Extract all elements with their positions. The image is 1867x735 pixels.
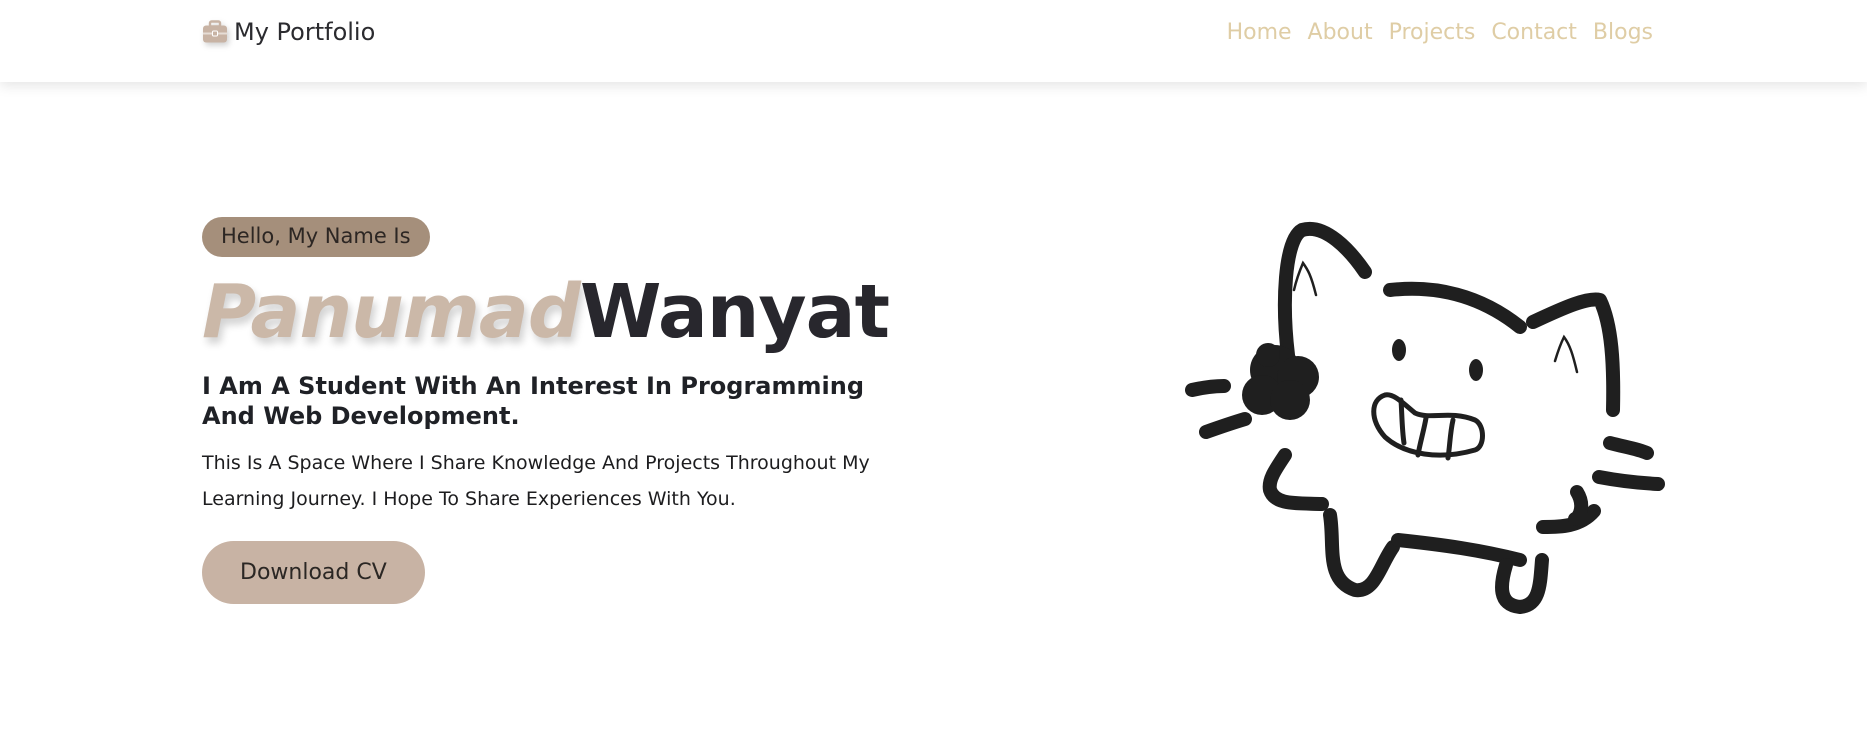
nav-home[interactable]: Home (1227, 20, 1292, 45)
nav-about[interactable]: About (1308, 20, 1373, 45)
greeting-badge: Hello, My Name Is (202, 217, 430, 257)
hero-tagline: I Am A Student With An Interest In Progr… (202, 372, 864, 430)
first-name: Panumad (202, 269, 581, 355)
nav-projects[interactable]: Projects (1389, 20, 1476, 45)
hero-section: Hello, My Name Is PanumadWanyat I Am A S… (202, 217, 962, 604)
brand-label: My Portfolio (234, 18, 376, 46)
navbar: My Portfolio Home About Projects Contact… (0, 0, 1867, 82)
nav-contact[interactable]: Contact (1491, 20, 1577, 45)
nav-links: Home About Projects Contact Blogs (1227, 20, 1653, 45)
download-cv-button[interactable]: Download CV (202, 541, 425, 604)
hero-description: This Is A Space Where I Share Knowledge … (202, 452, 870, 510)
briefcase-icon (202, 19, 228, 45)
hero-name: PanumadWanyat (202, 269, 962, 355)
cat-doodle-icon (1180, 215, 1680, 615)
last-name: Wanyat (579, 269, 890, 355)
brand-link[interactable]: My Portfolio (202, 18, 375, 46)
nav-blogs[interactable]: Blogs (1593, 20, 1653, 45)
